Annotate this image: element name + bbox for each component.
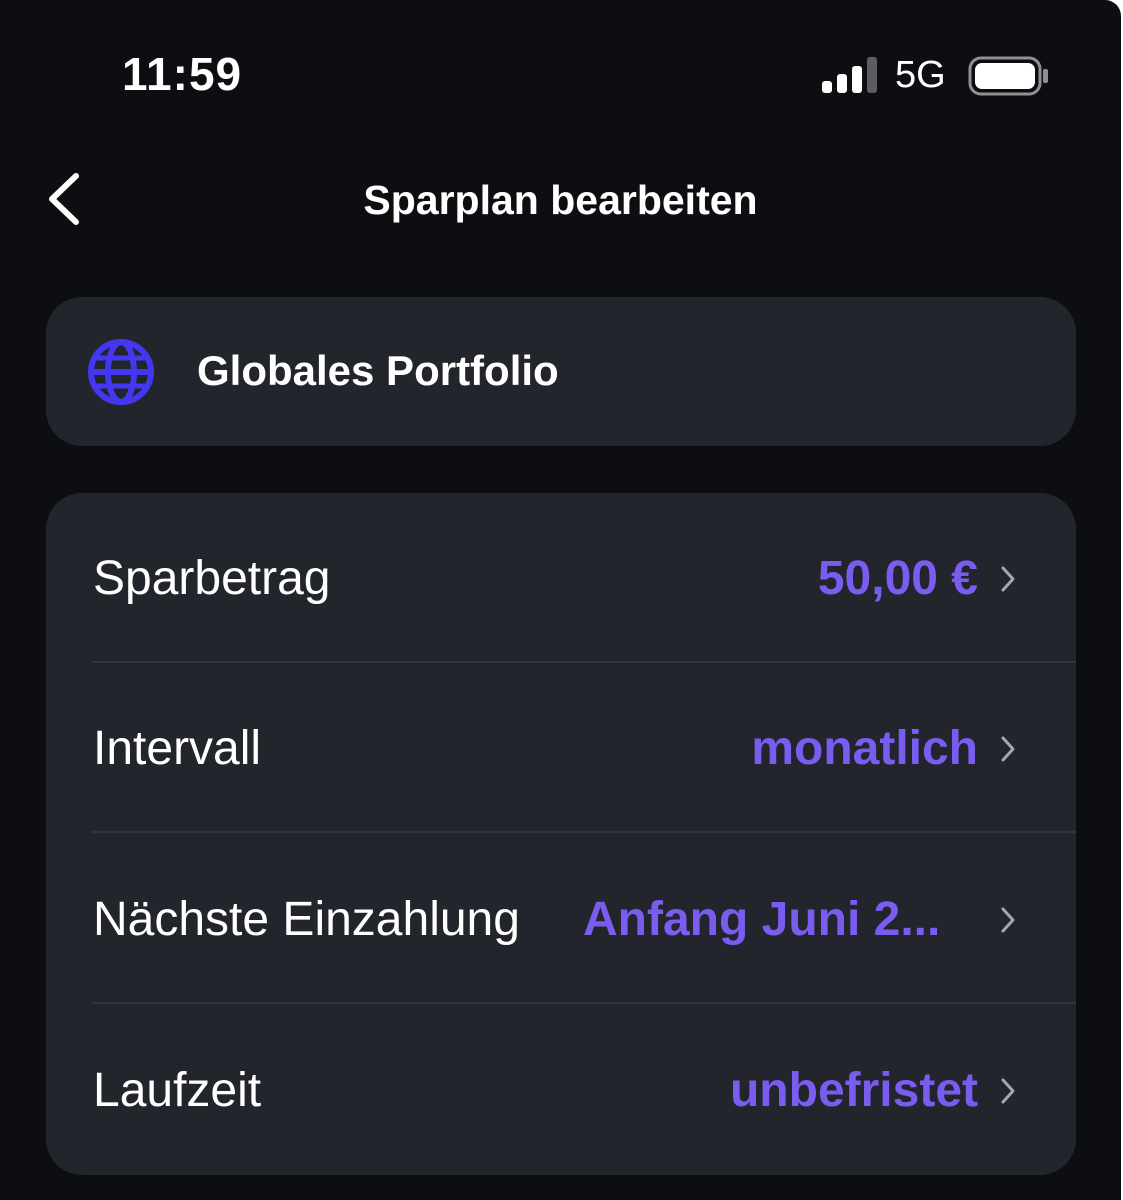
row-label: Laufzeit [93,1064,262,1117]
cellular-signal-icon [822,57,877,93]
row-value: unbefristet [729,1064,978,1117]
chevron-right-icon [1001,907,1015,933]
row-value: monatlich [751,722,978,775]
row-intervall[interactable]: Intervall monatlich [46,663,1076,833]
app-screen: 11:59 5G Sparplan bearbeiten Globales Po… [0,0,1121,1200]
divider [92,831,1076,833]
row-laufzeit[interactable]: Laufzeit unbefristet [46,1005,1076,1175]
row-label: Nächste Einzahlung [93,893,520,946]
divider [92,1002,1076,1004]
globe-icon [88,339,154,405]
portfolio-name: Globales Portfolio [197,347,559,394]
settings-list: Sparbetrag 50,00 € Intervall monatlich N… [46,493,1076,1175]
row-label: Sparbetrag [93,552,331,605]
row-value: Anfang Juni 2... [583,893,941,946]
row-naechste-einzahlung[interactable]: Nächste Einzahlung Anfang Juni 2... [46,834,1076,1004]
row-label: Intervall [93,722,262,775]
page-title: Sparplan bearbeiten [363,177,758,223]
chevron-right-icon [1001,566,1015,592]
row-value: 50,00 € [817,552,978,605]
network-type: 5G [895,54,946,96]
status-time: 11:59 [122,48,243,100]
row-sparbetrag[interactable]: Sparbetrag 50,00 € [46,493,1076,663]
chevron-right-icon [1001,1078,1015,1104]
battery-icon [968,56,1048,96]
chevron-right-icon [1001,736,1015,762]
portfolio-card[interactable]: Globales Portfolio [46,297,1076,446]
